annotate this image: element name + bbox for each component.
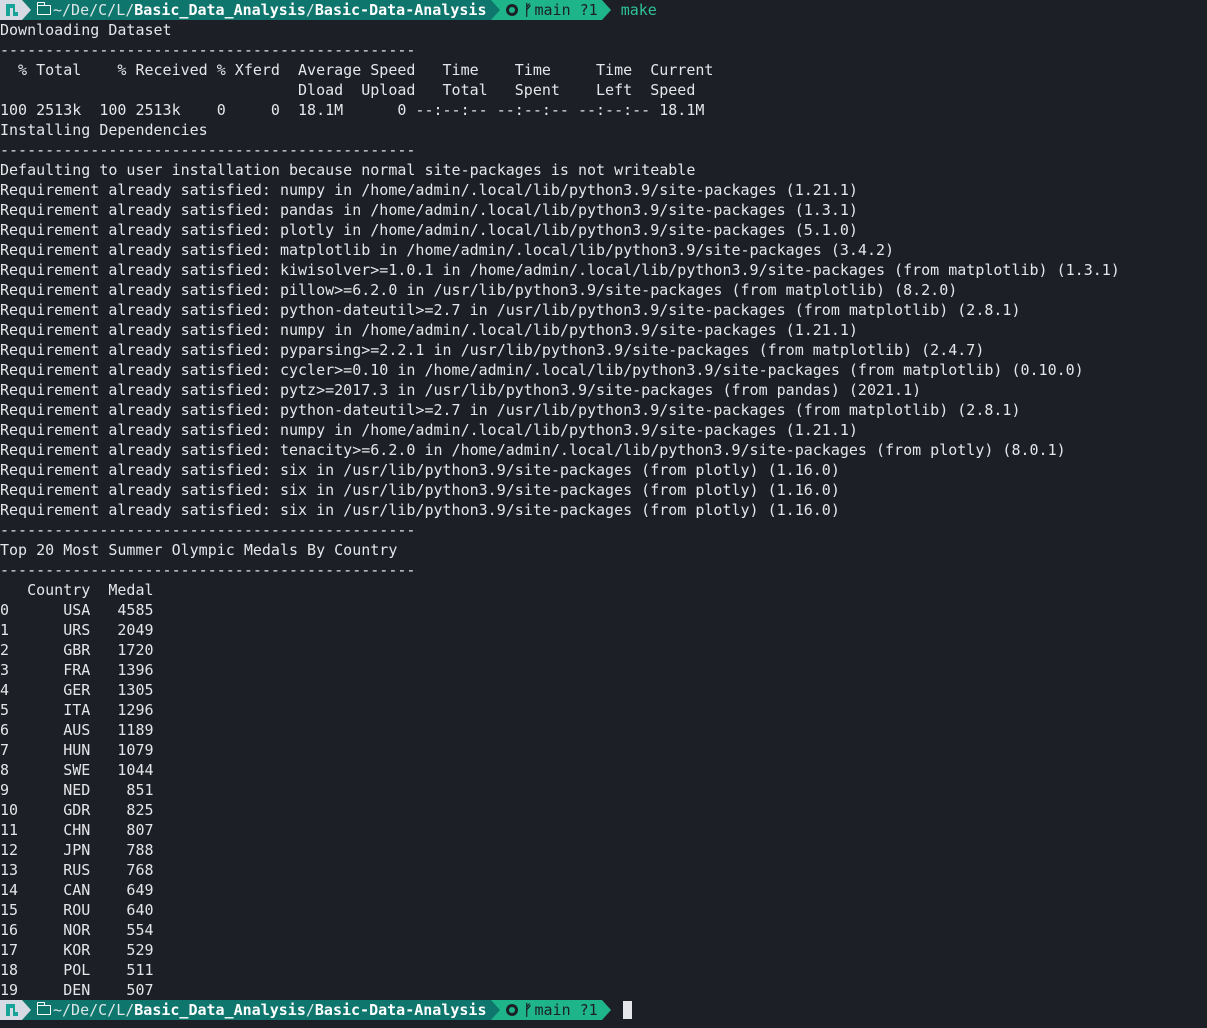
- separator-line: ----------------------------------------…: [0, 561, 416, 579]
- manjaro-logo-icon: [6, 1003, 18, 1017]
- path-segment: ~/De/C/L/Basic_Data_Analysis / Basic-Data-…: [31, 1000, 491, 1020]
- curl-header-line: % Total % Received % Xferd Average Speed…: [0, 61, 714, 79]
- powerline-separator-icon: [22, 0, 31, 20]
- command-text: make: [620, 1, 657, 19]
- table-row: 19 DEN 507: [0, 981, 154, 999]
- powerline-separator-icon: [490, 1000, 500, 1020]
- install-log-line: Requirement already satisfied: python-da…: [0, 301, 1021, 319]
- install-log-line: Requirement already satisfied: six in /u…: [0, 461, 840, 479]
- table-row: 18 POL 511: [0, 961, 154, 979]
- install-log-line: Requirement already satisfied: numpy in …: [0, 321, 858, 339]
- folder-open-icon: [36, 1002, 51, 1015]
- install-log-line: Defaulting to user installation because …: [0, 161, 696, 179]
- git-branch-status: main ?1: [534, 1001, 598, 1019]
- git-segment: ᚠ main ?1: [499, 0, 602, 20]
- table-row: 7 HUN 1079: [0, 741, 154, 759]
- powerline-separator-icon: [490, 0, 500, 20]
- github-icon: [505, 1004, 518, 1016]
- manjaro-logo-icon: [6, 3, 18, 17]
- terminal-window[interactable]: ~/De/C/L/Basic_Data_Analysis / Basic-Data-…: [0, 0, 1207, 1028]
- medals-table: Country Medal 0 USA 4585 1 URS 2049 2 GB…: [0, 580, 1207, 1000]
- install-log-line: Requirement already satisfied: pandas in…: [0, 201, 858, 219]
- install-log-line: Requirement already satisfied: pyparsing…: [0, 341, 985, 359]
- install-heading: Installing Dependencies: [0, 121, 208, 139]
- table-row: 13 RUS 768: [0, 861, 154, 879]
- shell-prompt: ~/De/C/L/Basic_Data_Analysis / Basic-Data-…: [0, 0, 1207, 20]
- os-segment: [0, 0, 22, 20]
- path-segment: ~/De/C/L/Basic_Data_Analysis / Basic-Data-…: [31, 0, 491, 20]
- git-branch-icon: ᚠ: [523, 1, 533, 19]
- table-row: 15 ROU 640: [0, 901, 154, 919]
- install-log-line: Requirement already satisfied: numpy in …: [0, 181, 858, 199]
- table-row: 2 GBR 1720: [0, 641, 154, 659]
- shell-prompt[interactable]: ~/De/C/L/Basic_Data_Analysis / Basic-Data-…: [0, 1000, 1207, 1020]
- powerline-separator-icon: [601, 0, 611, 20]
- table-row: 3 FRA 1396: [0, 661, 154, 679]
- table-row: 11 CHN 807: [0, 821, 154, 839]
- table-row: 14 CAN 649: [0, 881, 154, 899]
- install-log-line: Requirement already satisfied: pytz>=201…: [0, 381, 922, 399]
- install-log-line: Requirement already satisfied: python-da…: [0, 401, 1021, 419]
- table-row: 16 NOR 554: [0, 921, 154, 939]
- separator-line: ----------------------------------------…: [0, 41, 416, 59]
- git-segment: ᚠ main ?1: [499, 1000, 602, 1020]
- powerline-separator-icon: [22, 1000, 31, 1020]
- install-log-line: Requirement already satisfied: cycler>=0…: [0, 361, 1084, 379]
- table-row: 5 ITA 1296: [0, 701, 154, 719]
- text-cursor[interactable]: [622, 1001, 632, 1019]
- install-log-line: Requirement already satisfied: matplotli…: [0, 241, 895, 259]
- github-icon: [505, 4, 518, 16]
- git-branch-status: main ?1: [534, 1, 598, 19]
- separator-line: ----------------------------------------…: [0, 141, 416, 159]
- table-row: 10 GDR 825: [0, 801, 154, 819]
- install-log-line: Requirement already satisfied: six in /u…: [0, 481, 840, 499]
- install-log-line: Requirement already satisfied: numpy in …: [0, 421, 858, 439]
- git-branch-icon: ᚠ: [523, 1001, 533, 1019]
- install-log-line: Requirement already satisfied: six in /u…: [0, 501, 840, 519]
- curl-header-line: Dload Upload Total Spent Left Speed: [0, 81, 696, 99]
- table-row: 0 USA 4585: [0, 601, 154, 619]
- table-row: 8 SWE 1044: [0, 761, 154, 779]
- table-row: 4 GER 1305: [0, 681, 154, 699]
- install-log-line: Requirement already satisfied: kiwisolve…: [0, 261, 1120, 279]
- table-header: Country Medal: [0, 581, 154, 599]
- os-segment: [0, 1000, 22, 1020]
- folder-open-icon: [36, 2, 51, 15]
- download-heading: Downloading Dataset: [0, 21, 172, 39]
- separator-line: ----------------------------------------…: [0, 521, 416, 539]
- medals-heading: Top 20 Most Summer Olympic Medals By Cou…: [0, 541, 398, 559]
- install-log-line: Requirement already satisfied: pillow>=6…: [0, 281, 958, 299]
- curl-progress-line: 100 2513k 100 2513k 0 0 18.1M 0 --:--:--…: [0, 101, 705, 119]
- table-row: 1 URS 2049: [0, 621, 154, 639]
- table-row: 6 AUS 1189: [0, 721, 154, 739]
- table-row: 17 KOR 529: [0, 941, 154, 959]
- powerline-separator-icon: [601, 1000, 611, 1020]
- install-log: Defaulting to user installation because …: [0, 160, 1207, 520]
- install-log-line: Requirement already satisfied: tenacity>…: [0, 441, 1066, 459]
- table-row: 12 JPN 788: [0, 841, 154, 859]
- install-log-line: Requirement already satisfied: plotly in…: [0, 221, 858, 239]
- table-row: 9 NED 851: [0, 781, 154, 799]
